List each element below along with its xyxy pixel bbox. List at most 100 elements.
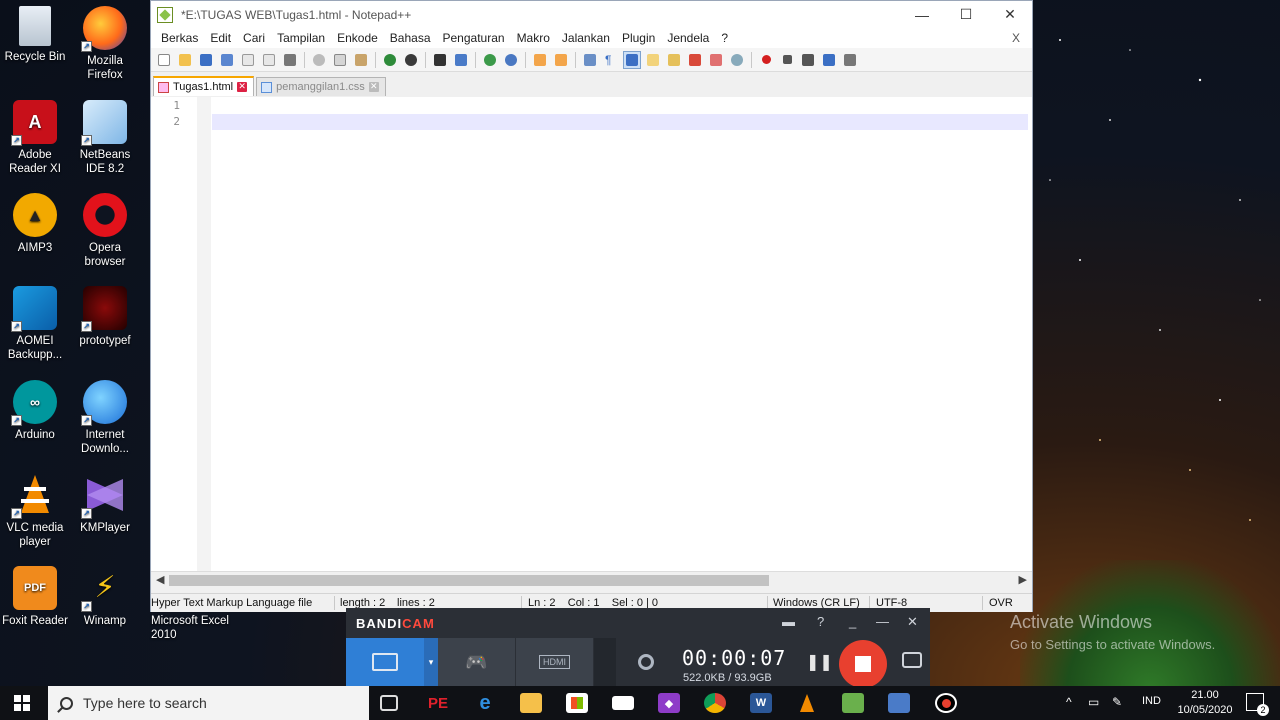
editor-area[interactable]: 1 2: [151, 97, 1032, 571]
tab-pemanggilan1-css[interactable]: pemanggilan1.css ✕: [256, 77, 386, 96]
redo-icon[interactable]: [402, 51, 420, 69]
find-icon[interactable]: [431, 51, 449, 69]
help-icon[interactable]: ?: [817, 614, 824, 629]
save-macro-icon[interactable]: [841, 51, 859, 69]
visual-studio-icon[interactable]: ◆: [658, 693, 680, 713]
sync-horizontal-icon[interactable]: [552, 51, 570, 69]
close-file-icon[interactable]: [239, 51, 257, 69]
scrollbar-thumb[interactable]: [169, 575, 769, 586]
store-icon[interactable]: [566, 693, 588, 713]
desktop-icon-kmplayer[interactable]: ↗ KMPlayer: [70, 473, 140, 535]
folder-workspace-icon[interactable]: [707, 51, 725, 69]
pe-app-icon[interactable]: PE: [427, 693, 449, 713]
screen-mode-button[interactable]: [346, 638, 424, 686]
notepadpp-taskbar-icon[interactable]: [842, 693, 864, 713]
open-file-icon[interactable]: [176, 51, 194, 69]
desktop-icon-vlc[interactable]: ↗ VLC media player: [0, 473, 70, 549]
tab-tugas1-html[interactable]: Tugas1.html ✕: [153, 76, 255, 96]
desktop-icon-excel-label[interactable]: Microsoft Excel 2010: [151, 614, 231, 642]
desktop-icon-recycle-bin[interactable]: Recycle Bin: [0, 6, 70, 64]
window-titlebar[interactable]: *E:\TUGAS WEB\Tugas1.html - Notepad++ — …: [151, 1, 1032, 28]
indent-guide-icon[interactable]: [623, 50, 641, 69]
chrome-icon[interactable]: [704, 693, 726, 713]
sync-vertical-icon[interactable]: [531, 51, 549, 69]
bandicam-header[interactable]: BANDICAM ▬ ? _ — ✕: [346, 608, 930, 638]
desktop-icon-foxit[interactable]: PDF Foxit Reader: [0, 566, 70, 628]
tab-close-icon[interactable]: ✕: [368, 82, 379, 92]
doc-map-icon[interactable]: [665, 51, 683, 69]
menu-berkas[interactable]: Berkas: [155, 31, 204, 45]
screenshot-camera-icon[interactable]: [902, 652, 922, 668]
desktop-icon-netbeans[interactable]: ↗ NetBeans IDE 8.2: [70, 100, 140, 176]
menu-jalankan[interactable]: Jalankan: [556, 31, 616, 45]
scroll-right-icon[interactable]: ▶: [1019, 573, 1027, 586]
cut-icon[interactable]: [310, 51, 328, 69]
desktop-icon-firefox[interactable]: ↗ Mozilla Firefox: [70, 6, 140, 82]
mode-dropdown-icon[interactable]: ▾: [424, 638, 438, 686]
language-indicator[interactable]: IND: [1142, 695, 1161, 707]
word-wrap-icon[interactable]: [581, 51, 599, 69]
new-file-icon[interactable]: [155, 51, 173, 69]
close-icon[interactable]: ✕: [907, 614, 918, 630]
action-center-icon[interactable]: 2: [1246, 693, 1269, 716]
menu-pengaturan[interactable]: Pengaturan: [437, 31, 511, 45]
vlc-taskbar-icon[interactable]: [796, 693, 818, 713]
desktop-icon-aomei[interactable]: ↗ AOMEI Backupp...: [0, 286, 70, 362]
save-icon[interactable]: [197, 51, 215, 69]
hdmi-mode-button[interactable]: HDMI: [516, 638, 594, 686]
word-icon[interactable]: W: [750, 693, 772, 713]
menu-tampilan[interactable]: Tampilan: [271, 31, 331, 45]
minimize-button[interactable]: —: [900, 1, 944, 28]
stop-record-button[interactable]: [839, 640, 887, 688]
run-macro-multiple-icon[interactable]: [820, 51, 838, 69]
paste-icon[interactable]: [352, 51, 370, 69]
desktop-icon-idm[interactable]: ↗ Internet Downlo...: [70, 380, 140, 456]
minimize-icon[interactable]: —: [876, 614, 889, 629]
network-icon[interactable]: ▭: [1088, 695, 1099, 709]
menu-jendela[interactable]: Jendela: [661, 31, 715, 45]
copy-icon[interactable]: [331, 51, 349, 69]
zoom-in-icon[interactable]: [481, 51, 499, 69]
game-mode-button[interactable]: 🎮: [438, 638, 516, 686]
desktop-icon-winamp[interactable]: ⚡ ↗ Winamp: [70, 566, 140, 628]
stop-macro-icon[interactable]: [778, 51, 796, 69]
taskbar-search[interactable]: Type here to search: [48, 686, 369, 720]
save-all-icon[interactable]: [218, 51, 236, 69]
menu-edit[interactable]: Edit: [204, 31, 237, 45]
show-all-chars-icon[interactable]: ¶: [602, 51, 620, 69]
zoom-out-icon[interactable]: [502, 51, 520, 69]
mail-icon[interactable]: [612, 696, 634, 710]
horizontal-scrollbar[interactable]: ◀ ▶: [151, 571, 1032, 588]
replace-icon[interactable]: [452, 51, 470, 69]
udl-icon[interactable]: [644, 51, 662, 69]
scroll-left-icon[interactable]: ◀: [156, 573, 164, 586]
desktop-icon-adobe-reader[interactable]: A ↗ Adobe Reader XI: [0, 100, 70, 176]
tab-close-icon[interactable]: ✕: [237, 82, 248, 92]
desktop-icon-arduino[interactable]: ∞ ↗ Arduino: [0, 380, 70, 442]
file-explorer-icon[interactable]: [520, 693, 542, 713]
function-list-icon[interactable]: [686, 51, 704, 69]
pen-icon[interactable]: ✎: [1112, 695, 1122, 709]
desktop-icon-prototype[interactable]: ↗ prototypef: [70, 286, 140, 348]
menu-enkode[interactable]: Enkode: [331, 31, 384, 45]
taskbar-clock[interactable]: 21.00 10/05/2020: [1170, 688, 1240, 718]
undo-icon[interactable]: [381, 51, 399, 69]
webcam-button[interactable]: [616, 638, 676, 686]
monitoring-icon[interactable]: [728, 51, 746, 69]
desktop-icon-opera[interactable]: Opera browser: [70, 193, 140, 269]
desktop-icon-aimp[interactable]: ▲ AIMP3: [0, 193, 70, 255]
menu-help[interactable]: ?: [715, 31, 734, 45]
record-macro-icon[interactable]: [757, 51, 775, 69]
close-all-icon[interactable]: [260, 51, 278, 69]
pause-icon[interactable]: ❚❚: [806, 652, 833, 672]
print-icon[interactable]: [281, 51, 299, 69]
close-button[interactable]: ✕: [988, 1, 1032, 28]
folder-icon[interactable]: ▬: [782, 614, 795, 629]
menu-makro[interactable]: Makro: [511, 31, 556, 45]
start-button[interactable]: [14, 695, 30, 711]
edge-icon[interactable]: e: [474, 692, 496, 714]
app-window-icon[interactable]: [888, 693, 910, 713]
tray-chevron-icon[interactable]: ^: [1066, 695, 1072, 709]
menu-plugin[interactable]: Plugin: [616, 31, 661, 45]
close-document-button[interactable]: X: [1006, 31, 1026, 45]
